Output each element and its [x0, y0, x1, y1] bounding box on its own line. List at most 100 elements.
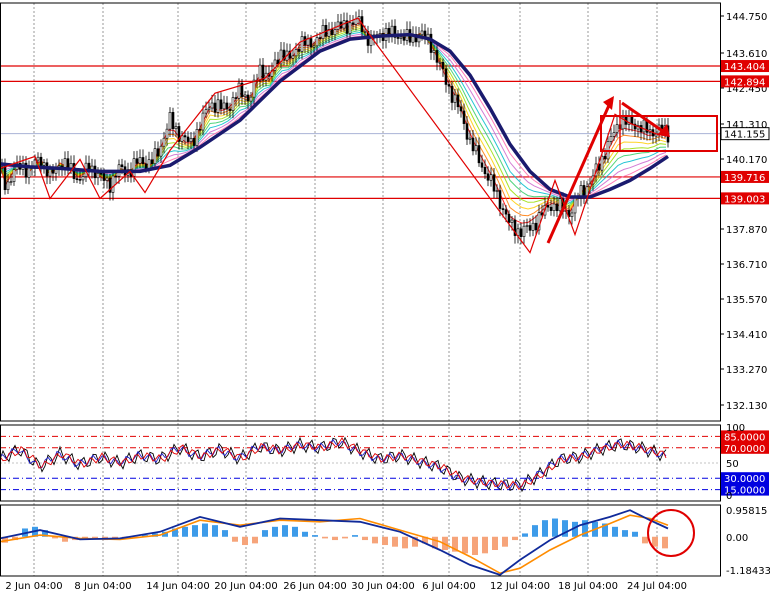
macd-hist-bar [312, 535, 318, 537]
macd-hist-bar [512, 536, 518, 541]
macd-hist-bar [322, 536, 328, 539]
candle-body [51, 169, 55, 174]
x-tick-label: 30 Jun 04:00 [351, 581, 415, 592]
macd-hist-bar [302, 531, 308, 537]
macd-hist-bar [532, 525, 538, 537]
candle-body [396, 37, 400, 39]
candle-body [96, 172, 100, 179]
candle-body [471, 137, 475, 152]
candle-body [489, 174, 493, 181]
macd-hist-bar [612, 526, 618, 537]
candle-body [477, 145, 481, 164]
candle-body [363, 31, 367, 33]
macd-tick-label: 0.00 [726, 533, 748, 544]
candle-body [348, 22, 352, 34]
candle-body [213, 102, 217, 113]
price-level-label: 142.894 [724, 77, 765, 88]
candle-body [498, 190, 502, 209]
candle-body [495, 190, 499, 192]
candle-body [294, 49, 298, 57]
candle-body [9, 181, 13, 183]
candle-body [519, 228, 523, 237]
candle-body [639, 125, 643, 133]
candle-body [135, 158, 139, 164]
x-tick-label: 6 Jul 04:00 [422, 581, 476, 592]
x-tick-label: 12 Jul 04:00 [490, 581, 550, 592]
osc-level-label: 30.0000 [724, 474, 765, 485]
osc-level-label: 70.0000 [724, 444, 765, 455]
candle-body [78, 179, 82, 181]
candle-body [243, 94, 247, 97]
candle-body [300, 36, 304, 52]
candle-body [642, 119, 646, 133]
price-tick-label: 137.870 [726, 225, 767, 236]
macd-hist-bar [382, 536, 388, 546]
candle-body [207, 107, 211, 110]
x-tick-label: 2 Jun 04:00 [5, 581, 62, 592]
candle-body [39, 156, 43, 166]
macd-hist-bar [332, 536, 338, 541]
candle-body [582, 185, 586, 197]
candle-body [309, 38, 313, 48]
macd-hist-bar [342, 536, 348, 539]
macd-hist-bar [642, 536, 648, 544]
macd-hist-bar [502, 536, 508, 547]
candle-body [549, 206, 553, 211]
chart-background [0, 0, 770, 595]
candle-body [105, 177, 109, 181]
candle-body [156, 148, 160, 157]
macd-hist-bar [632, 531, 638, 537]
candle-body [486, 173, 490, 181]
candle-body [462, 110, 466, 124]
macd-hist-bar [242, 536, 248, 546]
price-level-label: 139.716 [724, 173, 765, 184]
macd-hist-bar [662, 536, 668, 549]
candle-body [468, 137, 472, 140]
candle-body [420, 30, 424, 36]
price-tick-label: 134.410 [726, 330, 767, 341]
candle-body [195, 129, 199, 146]
candle-body [534, 222, 538, 231]
macd-hist-bar [392, 536, 398, 547]
macd-tick-label: 0.95815 [726, 506, 767, 517]
candle-body [114, 175, 118, 178]
candle-body [189, 137, 193, 142]
price-level-label: 139.003 [724, 194, 765, 205]
candle-body [522, 225, 526, 237]
candle-body [111, 175, 115, 193]
chart-svg: 2 Jun 04:00 8 Jun 04:00 14 Jun 04:00 20 Jun… [0, 0, 770, 595]
price-level-label: 143.404 [724, 62, 765, 73]
candle-body [6, 181, 10, 191]
candle-body [459, 106, 463, 112]
x-tick-label: 20 Jun 04:00 [214, 581, 278, 592]
candle-body [615, 124, 619, 133]
x-tick-label: 8 Jun 04:00 [74, 581, 131, 592]
candle-body [492, 174, 496, 192]
candle-body [210, 102, 214, 109]
candle-body [231, 97, 235, 111]
candle-body [153, 148, 157, 165]
candle-body [456, 94, 460, 108]
candle-body [318, 37, 322, 40]
macd-hist-bar [462, 536, 468, 554]
candle-body [228, 108, 232, 111]
candle-body [351, 22, 355, 25]
candle-body [444, 68, 448, 85]
candle-body [291, 55, 295, 59]
candle-body [552, 203, 556, 211]
candle-body [450, 85, 454, 103]
candle-body [48, 169, 52, 177]
candle-body [402, 36, 406, 41]
candle-body [192, 137, 196, 146]
price-tick-label: 143.610 [726, 49, 767, 60]
candle-body [501, 208, 505, 210]
candle-body [630, 116, 634, 125]
price-tick-label: 132.130 [726, 401, 767, 412]
candle-body [600, 155, 604, 171]
x-tick-label: 26 Jun 04:00 [283, 581, 347, 592]
x-tick-label: 14 Jun 04:00 [146, 581, 210, 592]
candle-body [183, 135, 187, 138]
candle-body [297, 49, 301, 52]
macd-hist-bar [472, 536, 478, 555]
macd-hist-bar [292, 526, 298, 537]
